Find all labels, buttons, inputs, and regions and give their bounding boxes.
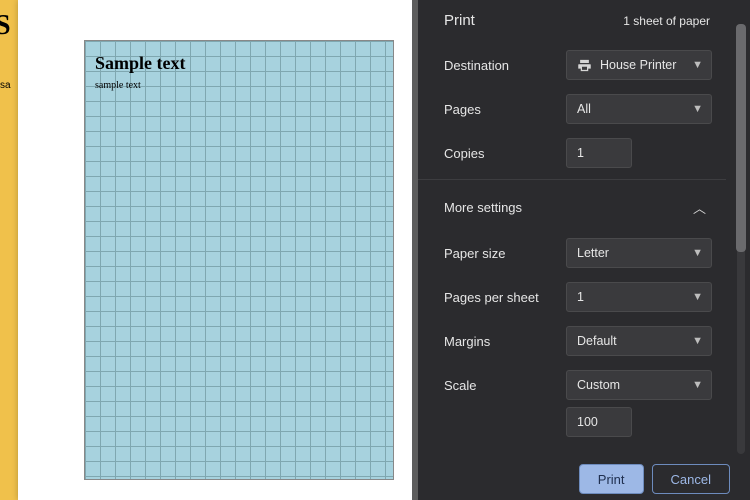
print-button-label: Print — [598, 472, 625, 487]
chevron-down-icon: ▼ — [692, 379, 703, 391]
pages-label: Pages — [444, 102, 564, 117]
paper-size-select[interactable]: Letter ▼ — [566, 238, 712, 268]
scale-label: Scale — [444, 378, 564, 393]
cancel-button-label: Cancel — [671, 472, 711, 487]
pages-select[interactable]: All ▼ — [566, 94, 712, 124]
paper-size-row: Paper size Letter ▼ — [418, 231, 726, 275]
destination-row: Destination House Printer ▼ — [418, 43, 726, 87]
chevron-down-icon: ▼ — [692, 291, 703, 303]
copies-value: 1 — [577, 146, 584, 160]
page-preview: Sample text sample text — [84, 40, 394, 480]
printer-icon — [577, 58, 592, 73]
pages-per-sheet-label: Pages per sheet — [444, 290, 564, 305]
cancel-button[interactable]: Cancel — [652, 464, 730, 494]
pages-per-sheet-row: Pages per sheet 1 ▼ — [418, 275, 726, 319]
pages-per-sheet-value: 1 — [577, 290, 584, 304]
chevron-up-icon: ︿ — [693, 198, 706, 217]
pages-row: Pages All ▼ — [418, 87, 726, 131]
pages-per-sheet-select[interactable]: 1 ▼ — [566, 282, 712, 312]
sheet-count-text: 1 sheet of paper — [623, 14, 710, 28]
scale-row: Scale Custom ▼ — [418, 363, 726, 407]
margins-row: Margins Default ▼ — [418, 319, 726, 363]
section-divider — [418, 179, 726, 180]
destination-select[interactable]: House Printer ▼ — [566, 50, 712, 80]
print-settings-panel: Print 1 sheet of paper Destination House… — [418, 0, 750, 500]
background-page-title-fragment: S — [0, 10, 11, 42]
destination-label: Destination — [444, 58, 564, 73]
preview-heading: Sample text — [95, 53, 393, 74]
more-settings-toggle[interactable]: More settings ︿ — [418, 184, 726, 231]
chevron-down-icon: ▼ — [692, 247, 703, 259]
background-text-fragment: sa — [0, 80, 11, 91]
more-settings-label: More settings — [444, 200, 522, 215]
panel-title: Print — [444, 12, 475, 29]
paper-size-value: Letter — [577, 246, 609, 260]
preview-body-text: sample text — [95, 80, 393, 91]
print-button[interactable]: Print — [579, 464, 644, 494]
pages-value: All — [577, 102, 591, 116]
copies-input[interactable]: 1 — [566, 138, 632, 168]
margins-value: Default — [577, 334, 617, 348]
chevron-down-icon: ▼ — [692, 103, 703, 115]
scrollbar-thumb[interactable] — [736, 24, 746, 252]
scale-number-input[interactable]: 100 — [566, 407, 632, 437]
settings-scrollbar[interactable] — [734, 24, 748, 454]
margins-label: Margins — [444, 334, 564, 349]
copies-row: Copies 1 — [418, 131, 726, 175]
destination-value: House Printer — [600, 58, 676, 72]
scale-number-value: 100 — [577, 415, 598, 429]
copies-label: Copies — [444, 146, 564, 161]
chevron-down-icon: ▼ — [692, 59, 703, 71]
print-preview-pane: Sample text sample text — [18, 0, 418, 500]
dialog-footer: Print Cancel — [418, 460, 750, 500]
scale-value: Custom — [577, 378, 620, 392]
options-row: Options Headers and footers — [418, 443, 726, 460]
paper-size-label: Paper size — [444, 246, 564, 261]
chevron-down-icon: ▼ — [692, 335, 703, 347]
scale-select[interactable]: Custom ▼ — [566, 370, 712, 400]
scale-number-row: 100 — [418, 407, 726, 443]
margins-select[interactable]: Default ▼ — [566, 326, 712, 356]
